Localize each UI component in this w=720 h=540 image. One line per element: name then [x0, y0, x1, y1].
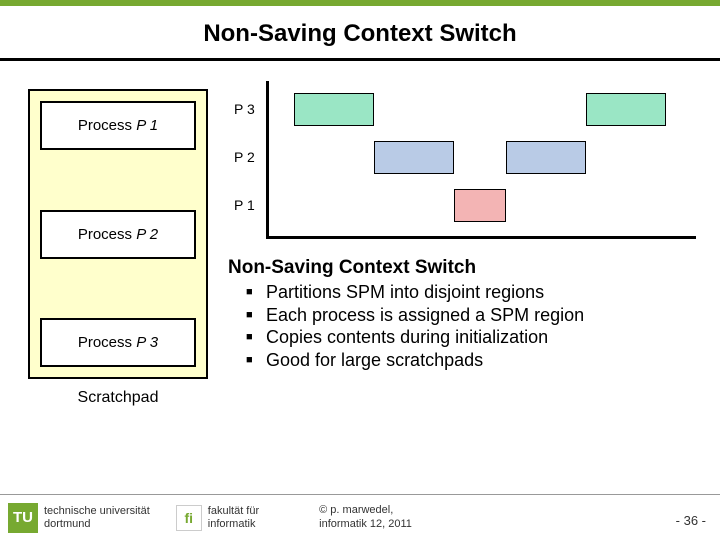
fak-line2: informatik — [208, 518, 259, 530]
gantt-seg-p3-1 — [294, 93, 374, 126]
right-column: P 3 P 2 P 1 Non-Saving Context Switch Pa… — [228, 89, 700, 407]
process-box-p1: Process P 1 — [40, 101, 196, 150]
bullet-item: Good for large scratchpads — [250, 349, 690, 372]
fi-logo-icon: fi — [176, 505, 202, 531]
gantt-seg-p2-2 — [506, 141, 586, 174]
title-area: Non-Saving Context Switch — [0, 6, 720, 58]
bullet-item: Partitions SPM into disjoint regions — [250, 281, 690, 304]
uni-line2: dortmund — [44, 518, 150, 530]
scratchpad-column: Process P 1 Process P 2 Process P 3 Scra… — [28, 89, 208, 407]
bullet-list: Partitions SPM into disjoint regions Eac… — [228, 281, 690, 371]
process-label: Process — [78, 226, 136, 243]
process-box-p2: Process P 2 — [40, 210, 196, 259]
gantt-seg-p1-1 — [454, 189, 506, 222]
scratchpad-box: Process P 1 Process P 2 Process P 3 — [28, 89, 208, 379]
process-num: P 1 — [136, 117, 158, 134]
description-block: Non-Saving Context Switch Partitions SPM… — [228, 257, 700, 371]
bullet-item: Each process is assigned a SPM region — [250, 304, 690, 327]
uni-line1: technische universität — [44, 505, 150, 517]
gantt-row-label-p2: P 2 — [234, 149, 255, 165]
gantt-seg-p3-2 — [586, 93, 666, 126]
axis-y — [266, 81, 269, 239]
faculty-text: fakultät für informatik — [208, 505, 259, 529]
scratchpad-label: Scratchpad — [28, 389, 208, 407]
copyright-text: © p. marwedel, informatik 12, 2011 — [319, 504, 412, 530]
fak-line1: fakultät für — [208, 505, 259, 517]
university-text: technische universität dortmund — [44, 505, 150, 529]
process-label: Process — [78, 117, 136, 134]
page-number: - 36 - — [676, 513, 706, 528]
main-content: Process P 1 Process P 2 Process P 3 Scra… — [0, 61, 720, 407]
tu-logo-text: TU — [13, 509, 33, 526]
gantt-row-label-p1: P 1 — [234, 197, 255, 213]
gantt-chart: P 3 P 2 P 1 — [234, 89, 700, 239]
copy-line1: © p. marwedel, — [319, 504, 412, 517]
copy-line2: informatik 12, 2011 — [319, 518, 412, 531]
page-title: Non-Saving Context Switch — [0, 20, 720, 48]
process-num: P 2 — [136, 226, 158, 243]
description-heading: Non-Saving Context Switch — [228, 257, 690, 279]
footer: TU technische universität dortmund fi fa… — [0, 494, 720, 540]
axis-x — [266, 236, 696, 239]
bullet-item: Copies contents during initialization — [250, 326, 690, 349]
tu-logo-icon: TU — [8, 503, 38, 533]
process-label: Process — [78, 334, 136, 351]
gantt-row-label-p3: P 3 — [234, 101, 255, 117]
gantt-seg-p2-1 — [374, 141, 454, 174]
fi-logo-text: fi — [185, 510, 194, 526]
process-num: P 3 — [136, 334, 158, 351]
process-box-p3: Process P 3 — [40, 318, 196, 367]
